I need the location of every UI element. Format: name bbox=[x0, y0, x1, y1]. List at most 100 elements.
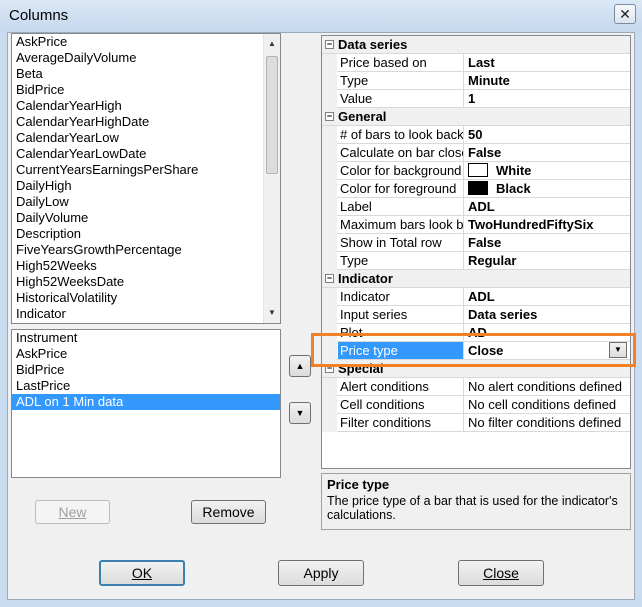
collapse-icon[interactable]: − bbox=[325, 274, 334, 283]
property-row[interactable]: Indicator ADL bbox=[322, 288, 630, 306]
property-row[interactable]: Filter conditions No filter conditions de… bbox=[322, 414, 630, 432]
available-column-item[interactable]: CalendarYearHighDate bbox=[12, 114, 280, 130]
property-row[interactable]: Calculate on bar close False bbox=[322, 144, 630, 162]
property-row[interactable]: Cell conditions No cell conditions define… bbox=[322, 396, 630, 414]
property-name[interactable]: Value bbox=[338, 90, 464, 107]
collapse-icon[interactable]: − bbox=[325, 40, 334, 49]
property-name[interactable]: Calculate on bar close bbox=[338, 144, 464, 161]
property-row[interactable]: Type Minute bbox=[322, 72, 630, 90]
property-name[interactable]: Color for foreground bbox=[338, 180, 464, 197]
property-name[interactable]: Indicator bbox=[338, 288, 464, 305]
help-title: Price type bbox=[327, 477, 390, 492]
property-value[interactable]: Regular bbox=[465, 252, 630, 269]
property-name[interactable]: Label bbox=[338, 198, 464, 215]
property-value[interactable]: Last bbox=[465, 54, 630, 71]
property-category[interactable]: − Indicator bbox=[322, 270, 630, 288]
property-row[interactable]: Label ADL bbox=[322, 198, 630, 216]
row-gutter bbox=[322, 90, 337, 108]
property-name[interactable]: # of bars to look back bbox=[338, 126, 464, 143]
move-up-button[interactable]: ▲ bbox=[289, 355, 311, 377]
property-value[interactable]: TwoHundredFiftySix bbox=[465, 216, 630, 233]
available-column-item[interactable]: Indicator bbox=[12, 306, 280, 322]
property-name[interactable]: Show in Total row bbox=[338, 234, 464, 251]
property-name[interactable]: Filter conditions bbox=[338, 414, 464, 431]
property-name[interactable]: Cell conditions bbox=[338, 396, 464, 413]
property-category[interactable]: − Data series bbox=[322, 36, 630, 54]
property-row[interactable]: Price based on Last bbox=[322, 54, 630, 72]
selected-column-item[interactable]: LastPrice bbox=[12, 378, 280, 394]
available-column-item[interactable]: AverageDailyVolume bbox=[12, 50, 280, 66]
property-name[interactable]: Input series bbox=[338, 306, 464, 323]
available-columns-list[interactable]: AskPrice AverageDailyVolume Beta BidPrice Ca… bbox=[11, 33, 281, 324]
row-gutter bbox=[322, 216, 337, 234]
apply-button[interactable]: Apply bbox=[278, 560, 364, 586]
move-down-button[interactable]: ▼ bbox=[289, 402, 311, 424]
available-column-item[interactable]: CalendarYearLowDate bbox=[12, 146, 280, 162]
collapse-icon[interactable]: − bbox=[325, 112, 334, 121]
help-text: The price type of a bar that is used for… bbox=[327, 494, 618, 522]
property-value[interactable]: 50 bbox=[465, 126, 630, 143]
available-column-item[interactable]: DailyHigh bbox=[12, 178, 280, 194]
available-column-item[interactable]: FiveYearsGrowthPercentage bbox=[12, 242, 280, 258]
property-name[interactable]: Maximum bars look back bbox=[338, 216, 464, 233]
property-name[interactable]: Color for background bbox=[338, 162, 464, 179]
property-name[interactable]: Type bbox=[338, 252, 464, 269]
selected-columns-list[interactable]: Instrument AskPrice BidPrice LastPrice ADL o… bbox=[11, 329, 281, 478]
available-column-item[interactable]: CalendarYearLow bbox=[12, 130, 280, 146]
category-label: Data series bbox=[338, 37, 408, 52]
available-column-item[interactable]: DailyVolume bbox=[12, 210, 280, 226]
property-value[interactable]: White bbox=[465, 162, 630, 179]
property-value[interactable]: Minute bbox=[465, 72, 630, 89]
property-row[interactable]: Input series Data series bbox=[322, 306, 630, 324]
close-button-label: Close bbox=[483, 565, 519, 581]
property-grid[interactable]: − Data series Price based on Last Type Minute… bbox=[321, 35, 631, 469]
property-row[interactable]: Color for background White bbox=[322, 162, 630, 180]
selected-column-item[interactable]: BidPrice bbox=[12, 362, 280, 378]
property-name[interactable]: Price based on bbox=[338, 54, 464, 71]
property-value[interactable]: No cell conditions defined bbox=[465, 396, 630, 413]
selected-column-item[interactable]: ADL on 1 Min data bbox=[12, 394, 280, 410]
ok-button[interactable]: OK bbox=[99, 560, 185, 586]
property-value[interactable]: Black bbox=[465, 180, 630, 197]
property-category[interactable]: − General bbox=[322, 108, 630, 126]
selected-column-item[interactable]: Instrument bbox=[12, 330, 280, 346]
property-row[interactable]: Show in Total row False bbox=[322, 234, 630, 252]
property-value[interactable]: 1 bbox=[465, 90, 630, 107]
available-column-item[interactable]: HistoricalVolatility bbox=[12, 290, 280, 306]
property-value[interactable]: ADL bbox=[465, 198, 630, 215]
property-value[interactable]: ADL bbox=[465, 288, 630, 305]
property-value[interactable]: No filter conditions defined bbox=[465, 414, 630, 431]
ok-button-label: OK bbox=[131, 565, 153, 581]
property-row[interactable]: Type Regular bbox=[322, 252, 630, 270]
available-column-item[interactable]: CurrentYearsEarningsPerShare bbox=[12, 162, 280, 178]
scroll-up-arrow-icon[interactable]: ▲ bbox=[264, 36, 280, 52]
available-column-item[interactable]: Description bbox=[12, 226, 280, 242]
available-column-item[interactable]: AskPrice bbox=[12, 34, 280, 50]
available-columns-scrollbar[interactable]: ▲ ▼ bbox=[263, 34, 280, 323]
close-button[interactable]: Close bbox=[458, 560, 544, 586]
available-column-item[interactable]: BidPrice bbox=[12, 82, 280, 98]
available-column-item[interactable]: CalendarYearHigh bbox=[12, 98, 280, 114]
new-button[interactable]: New bbox=[35, 500, 110, 524]
available-column-item[interactable]: High52Weeks bbox=[12, 258, 280, 274]
property-row[interactable]: Maximum bars look backTwoHundredFiftySix bbox=[322, 216, 630, 234]
property-value[interactable]: False bbox=[465, 234, 630, 251]
available-column-item[interactable]: High52WeeksDate bbox=[12, 274, 280, 290]
property-value[interactable]: False bbox=[465, 144, 630, 161]
property-row[interactable]: Color for foreground Black bbox=[322, 180, 630, 198]
selected-column-item[interactable]: AskPrice bbox=[12, 346, 280, 362]
close-window-button[interactable]: ✕ bbox=[614, 4, 636, 24]
property-row[interactable]: Alert conditions No alert conditions defi… bbox=[322, 378, 630, 396]
property-row[interactable]: # of bars to look back 50 bbox=[322, 126, 630, 144]
property-row[interactable]: Value 1 bbox=[322, 90, 630, 108]
property-value[interactable]: No alert conditions defined bbox=[465, 378, 630, 395]
scroll-down-arrow-icon[interactable]: ▼ bbox=[264, 305, 280, 321]
row-gutter bbox=[322, 144, 337, 162]
property-name[interactable]: Alert conditions bbox=[338, 378, 464, 395]
remove-button[interactable]: Remove bbox=[191, 500, 266, 524]
available-column-item[interactable]: Beta bbox=[12, 66, 280, 82]
scroll-thumb[interactable] bbox=[266, 56, 278, 174]
property-value[interactable]: Data series bbox=[465, 306, 630, 323]
property-name[interactable]: Type bbox=[338, 72, 464, 89]
available-column-item[interactable]: DailyLow bbox=[12, 194, 280, 210]
